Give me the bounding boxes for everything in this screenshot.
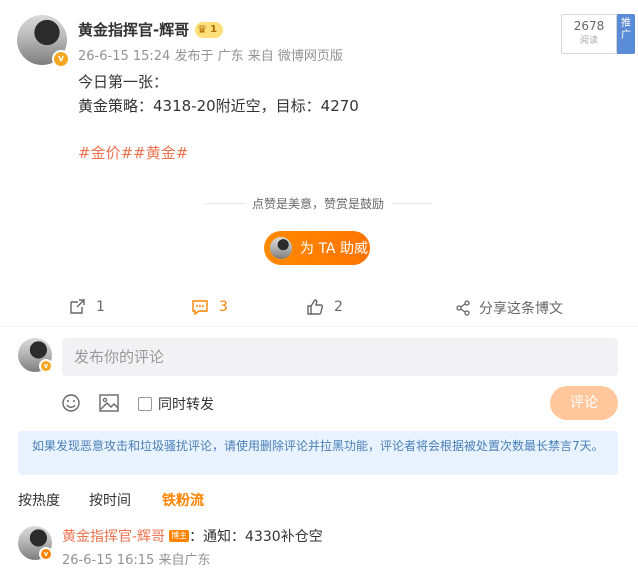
submit-comment-button[interactable]: 评论	[550, 386, 618, 420]
author-tag: 博主	[169, 530, 190, 542]
promote-tag[interactable]: 推广	[617, 14, 635, 54]
repost-count: 1	[96, 299, 105, 315]
notice-banner: 如果发现恶意攻击和垃圾骚扰评论，请使用删除评论并拉黑功能，评论者将会根据被处置次…	[18, 431, 618, 475]
forward-label: 同时转发	[158, 397, 214, 413]
comment-meta: 26-6-15 16:15 来自广东	[62, 553, 211, 568]
read-count-box: 2678 阅读	[561, 14, 617, 54]
comment-line: 黄金指挥官-辉哥 博主 ：通知：4330补仓空	[62, 526, 323, 546]
post-line: 今日第一张：	[78, 73, 169, 91]
level-badge[interactable]: ♛ 1	[195, 21, 224, 38]
repost-button[interactable]: 1	[68, 298, 105, 316]
crown-icon: ♛	[197, 23, 208, 36]
section-divider	[0, 326, 638, 327]
hashtag-link[interactable]: #黄金#	[133, 144, 188, 162]
support-label: 为 TA 助威	[300, 241, 368, 257]
tab-time[interactable]: 按时间	[89, 490, 131, 510]
emoji-button[interactable]	[61, 393, 81, 417]
image-icon	[99, 394, 119, 412]
like-icon	[307, 299, 324, 315]
comment-icon	[192, 300, 208, 316]
comment-input[interactable]: 发布你的评论	[62, 338, 618, 376]
hashtag-link[interactable]: #金价#	[78, 144, 133, 162]
share-icon	[456, 300, 470, 316]
comment-text: ：通知：4330补仓空	[189, 529, 323, 545]
post-meta: 26-6-15 15:24 发布于 广东 来自 微博网页版	[78, 49, 343, 64]
share-label: 分享这条博文	[479, 301, 563, 317]
comment-count: 3	[219, 299, 228, 315]
forward-checkbox-row[interactable]: 同时转发	[138, 394, 214, 414]
author-name[interactable]: 黄金指挥官-辉哥	[78, 19, 189, 40]
support-button[interactable]: 为 TA 助威	[264, 231, 370, 265]
like-count: 2	[334, 299, 343, 315]
divider-left	[205, 203, 245, 204]
comment-author[interactable]: 黄金指挥官-辉哥	[62, 526, 165, 546]
repost-icon	[70, 299, 85, 314]
post-content: 今日第一张： 黄金策略：4318-20附近空，目标：4270	[78, 70, 359, 118]
read-label: 阅读	[579, 36, 598, 46]
verified-badge-icon: v	[39, 359, 53, 373]
comment-action-button[interactable]: 3	[191, 298, 228, 316]
emoji-icon	[62, 394, 80, 412]
verified-badge-icon: v	[39, 547, 53, 561]
forward-checkbox[interactable]	[138, 397, 152, 411]
post-line: 黄金策略：4318-20附近空，目标：4270	[78, 97, 359, 115]
like-button[interactable]: 2	[306, 298, 343, 316]
divider-right	[392, 203, 432, 204]
tab-hot[interactable]: 按热度	[18, 490, 60, 510]
verified-badge-icon: v	[52, 50, 70, 68]
tab-fans[interactable]: 铁粉流	[162, 490, 204, 510]
hashtags: #金价##黄金#	[78, 142, 188, 163]
level-badge-text: 1	[210, 24, 218, 35]
read-count: 2678	[573, 19, 605, 33]
image-button[interactable]	[98, 393, 120, 417]
support-avatar	[270, 237, 292, 259]
share-button[interactable]: 分享这条博文	[455, 298, 563, 318]
reward-hint: 点赞是美意，赞赏是鼓励	[252, 197, 385, 211]
